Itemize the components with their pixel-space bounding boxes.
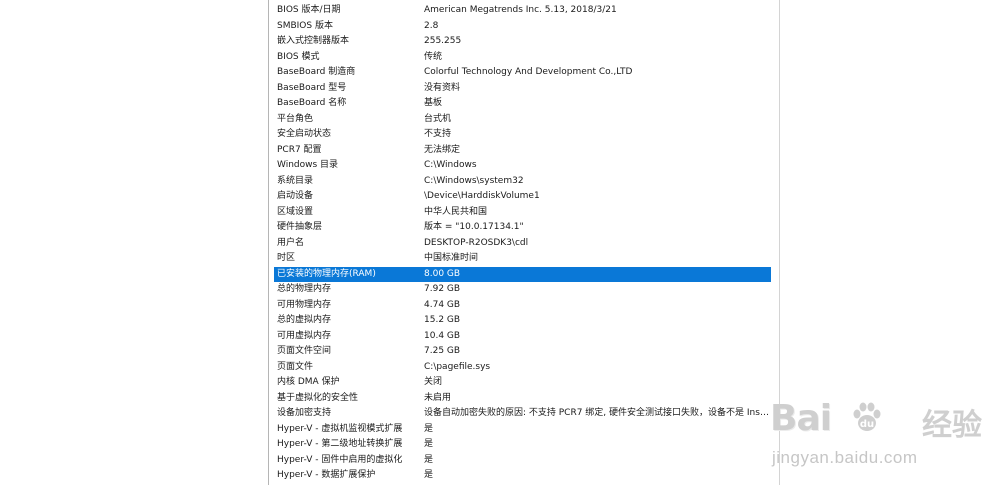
item-value: 是 [424,439,434,450]
item-label: 基于虚拟化的安全性 [277,392,359,403]
item-value: 是 [424,470,434,481]
item-value: 版本 = "10.0.17134.1" [424,222,524,233]
item-label: 启动设备 [277,191,314,202]
list-row[interactable]: SMBIOS 版本 2.8 [274,19,771,35]
list-row[interactable]: Windows 目录 C:\Windows [274,158,771,174]
item-label: 设备加密支持 [277,408,332,419]
item-value: C:\Windows\system32 [424,175,524,186]
item-label: Windows 目录 [277,160,339,171]
list-row[interactable]: PCR7 配置 无法绑定 [274,143,771,159]
list-row[interactable]: 平台角色 台式机 [274,112,771,128]
item-label: 硬件抽象层 [277,222,323,233]
list-row[interactable]: 页面文件空间 7.25 GB [274,344,771,360]
item-value: 无法绑定 [424,144,461,155]
item-value: 设备自动加密失败的原因: 不支持 PCR7 绑定, 硬件安全测试接口失败，设备不… [424,408,769,419]
list-row[interactable]: Hyper-V - 虚拟机监视模式扩展 是 [274,422,771,438]
item-label: PCR7 配置 [277,144,322,155]
item-label: 页面文件 [277,361,314,372]
list-row[interactable]: 启动设备 \Device\HarddiskVolume1 [274,189,771,205]
item-label: BIOS 模式 [277,51,320,62]
item-value: 关闭 [424,377,443,388]
item-label: 页面文件空间 [277,346,332,357]
item-value: 255.255 [424,36,462,47]
item-label: SMBIOS 版本 [277,20,333,31]
list-row[interactable]: BIOS 模式 传统 [274,50,771,66]
list-row[interactable]: 安全启动状态 不支持 [274,127,771,143]
item-value: 8.00 GB [424,268,461,279]
item-label: 已安装的物理内存(RAM) [277,268,376,279]
svg-text:du: du [860,419,874,430]
list-row[interactable]: 内核 DMA 保护 关闭 [274,375,771,391]
baidu-paw-icon: du [853,402,881,431]
item-value: 基板 [424,98,443,109]
item-label: 区域设置 [277,206,314,217]
item-value: DESKTOP-R2OSDK3\cdl [424,237,529,248]
item-label: Hyper-V - 固件中启用的虚拟化 [277,454,403,465]
list-row[interactable]: 区域设置 中华人民共和国 [274,205,771,221]
item-label: BaseBoard 名称 [277,98,347,109]
item-label: 安全启动状态 [277,129,332,140]
item-label: 平台角色 [277,113,314,124]
item-label: BIOS 版本/日期 [277,5,341,15]
item-value: 传统 [424,51,443,62]
list-row[interactable]: 可用虚拟内存 10.4 GB [274,329,771,345]
list-row[interactable]: 已安装的物理内存(RAM) 8.00 GB [274,266,771,283]
item-label: BaseBoard 型号 [277,82,347,93]
item-label: 用户名 [277,237,305,248]
list-row[interactable]: BIOS 版本/日期 American Megatrends Inc. 5.13,… [274,3,771,19]
item-label: BaseBoard 制造商 [277,67,356,78]
item-label: 可用物理内存 [277,299,332,310]
baidu-jingyan-watermark: Bai du 经验 jingyan.baidu.com [770,398,1000,485]
item-value: 15.2 GB [424,315,461,326]
item-label: Hyper-V - 数据扩展保护 [277,470,376,481]
list-row[interactable]: Hyper-V - 第二级地址转换扩展 是 [274,437,771,453]
item-label: Hyper-V - 第二级地址转换扩展 [277,439,403,450]
list-row[interactable]: 基于虚拟化的安全性 未启用 [274,391,771,407]
list-row[interactable]: 时区 中国标准时间 [274,251,771,267]
list-row[interactable]: BaseBoard 型号 没有资料 [274,81,771,97]
item-label: Hyper-V - 虚拟机监视模式扩展 [277,423,403,434]
item-label: 总的物理内存 [277,284,332,295]
list-row[interactable]: 设备加密支持 设备自动加密失败的原因: 不支持 PCR7 绑定, 硬件安全测试接口… [274,406,771,422]
item-value: 10.4 GB [424,330,461,341]
item-label: 时区 [277,253,296,264]
item-value: 不支持 [424,129,452,140]
item-value: 是 [424,454,434,465]
item-value: 未启用 [424,392,452,403]
item-label: 系统目录 [277,175,314,186]
item-value: Colorful Technology And Development Co.,… [424,67,633,78]
item-value: 是 [424,423,434,434]
item-value: 中国标准时间 [424,253,479,264]
item-label: 嵌入式控制器版本 [277,36,350,47]
item-value: 2.8 [424,20,439,31]
item-value: \Device\HarddiskVolume1 [424,191,540,202]
list-row[interactable]: Hyper-V - 数据扩展保护 是 [274,468,771,484]
system-summary-list: BIOS 版本/日期 American Megatrends Inc. 5.13,… [274,3,771,484]
list-row[interactable]: BaseBoard 制造商 Colorful Technology And Dev… [274,65,771,81]
list-row[interactable]: 页面文件 C:\pagefile.sys [274,360,771,376]
item-value: C:\pagefile.sys [424,361,491,372]
item-value: C:\Windows [424,160,477,171]
item-value: 7.25 GB [424,346,461,357]
item-label: 总的虚拟内存 [277,315,332,326]
item-label: 内核 DMA 保护 [277,377,340,388]
list-row[interactable]: 系统目录 C:\Windows\system32 [274,174,771,190]
watermark-jingyan-text: 经验 [922,408,982,443]
item-value: American Megatrends Inc. 5.13, 2018/3/21 [424,5,617,15]
item-label: 可用虚拟内存 [277,330,332,341]
list-row[interactable]: 可用物理内存 4.74 GB [274,298,771,314]
item-value: 7.92 GB [424,284,461,295]
list-row[interactable]: 嵌入式控制器版本 255.255 [274,34,771,50]
list-row[interactable]: BaseBoard 名称 基板 [274,96,771,112]
item-value: 中华人民共和国 [424,206,488,217]
list-row[interactable]: Hyper-V - 固件中启用的虚拟化 是 [274,453,771,469]
list-row[interactable]: 用户名 DESKTOP-R2OSDK3\cdl [274,236,771,252]
watermark-url: jingyan.baidu.com [772,448,918,467]
item-value: 没有资料 [424,82,461,93]
item-value: 4.74 GB [424,299,461,310]
list-row[interactable]: 总的虚拟内存 15.2 GB [274,313,771,329]
list-row[interactable]: 总的物理内存 7.92 GB [274,282,771,298]
list-row[interactable]: 硬件抽象层 版本 = "10.0.17134.1" [274,220,771,236]
item-value: 台式机 [424,113,452,124]
